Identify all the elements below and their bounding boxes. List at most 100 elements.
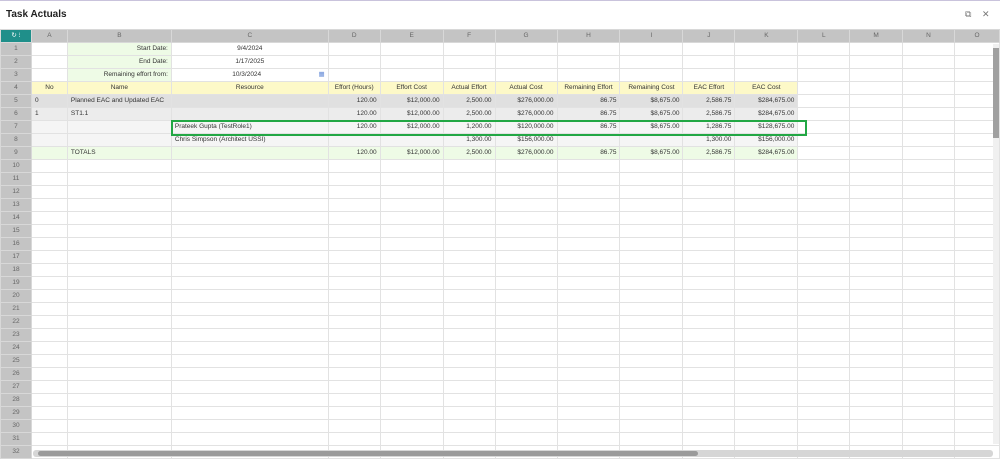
cell-B10[interactable] (66, 159, 172, 173)
cell-D31[interactable] (327, 432, 381, 446)
cell-C13[interactable] (170, 198, 329, 212)
cell-N20[interactable] (902, 289, 955, 303)
row-number[interactable]: 28 (0, 393, 32, 407)
cell-L27[interactable] (797, 380, 851, 394)
cell-N26[interactable] (902, 367, 955, 381)
cell-N6[interactable] (902, 107, 955, 121)
cell-G29[interactable] (494, 406, 558, 420)
cell-M24[interactable] (849, 341, 904, 355)
cell-F6[interactable]: 2,500.00 (442, 107, 496, 121)
cell-L14[interactable] (797, 211, 851, 225)
cell-I22[interactable] (619, 315, 684, 329)
cell-A29[interactable] (30, 406, 68, 420)
cell-B22[interactable] (66, 315, 172, 329)
cell-K26[interactable] (734, 367, 799, 381)
cell-D17[interactable] (327, 250, 381, 264)
cell-M17[interactable] (849, 250, 904, 264)
row-number[interactable]: 1 (0, 42, 32, 56)
cell-J10[interactable] (682, 159, 736, 173)
cell-F25[interactable] (442, 354, 496, 368)
cell-J14[interactable] (682, 211, 736, 225)
cell-F22[interactable] (442, 315, 496, 329)
cell-I18[interactable] (619, 263, 684, 277)
cell-J22[interactable] (682, 315, 736, 329)
cell-F16[interactable] (442, 237, 496, 251)
cell-M27[interactable] (849, 380, 904, 394)
cell-E3[interactable] (379, 68, 444, 82)
cell-I23[interactable] (619, 328, 684, 342)
cell-K31[interactable] (734, 432, 799, 446)
row-number[interactable]: 16 (0, 237, 32, 251)
cell-H9[interactable]: 86.75 (556, 146, 621, 160)
cell-H11[interactable] (556, 172, 621, 186)
cell-K12[interactable] (734, 185, 799, 199)
cell-K1[interactable] (734, 42, 799, 56)
cell-B20[interactable] (66, 289, 172, 303)
cell-N8[interactable] (902, 133, 955, 147)
cell-A10[interactable] (30, 159, 68, 173)
cell-I29[interactable] (619, 406, 684, 420)
cell-D29[interactable] (327, 406, 381, 420)
row-number[interactable]: 14 (0, 211, 32, 225)
cell-B13[interactable] (66, 198, 172, 212)
cell-I11[interactable] (619, 172, 684, 186)
cell-L13[interactable] (797, 198, 851, 212)
cell-M9[interactable] (849, 146, 904, 160)
cell-C15[interactable] (170, 224, 329, 238)
cell-H14[interactable] (556, 211, 621, 225)
cell-M8[interactable] (849, 133, 904, 147)
row-number[interactable]: 24 (0, 341, 32, 355)
cell-M15[interactable] (849, 224, 904, 238)
row-number[interactable]: 32 (0, 445, 32, 459)
cell-B30[interactable] (66, 419, 172, 433)
cell-D3[interactable] (327, 68, 381, 82)
cell-J17[interactable] (682, 250, 736, 264)
cell-L19[interactable] (797, 276, 851, 290)
cell-N12[interactable] (902, 185, 955, 199)
cell-G31[interactable] (494, 432, 558, 446)
cell-E20[interactable] (379, 289, 444, 303)
row-number[interactable]: 13 (0, 198, 32, 212)
cell-M2[interactable] (849, 55, 904, 69)
cell-F8[interactable]: 1,300.00 (442, 133, 496, 147)
cell-N18[interactable] (902, 263, 955, 277)
vertical-scrollbar[interactable] (993, 44, 999, 444)
cell-J23[interactable] (682, 328, 736, 342)
cell-B11[interactable] (66, 172, 172, 186)
cell-A22[interactable] (30, 315, 68, 329)
vertical-scroll-thumb[interactable] (993, 48, 999, 138)
cell-K28[interactable] (734, 393, 799, 407)
cell-J9[interactable]: 2,586.75 (682, 146, 736, 160)
cell-N5[interactable] (902, 94, 955, 108)
cell-G2[interactable] (494, 55, 558, 69)
cell-N24[interactable] (902, 341, 955, 355)
cell-E8[interactable] (379, 133, 444, 147)
cell-I20[interactable] (619, 289, 684, 303)
cell-L21[interactable] (797, 302, 851, 316)
row-number[interactable]: 8 (0, 133, 32, 147)
cell-C8[interactable]: Chris Simpson (Architect USSI) (170, 133, 329, 147)
cell-A18[interactable] (30, 263, 68, 277)
cell-G18[interactable] (494, 263, 558, 277)
column-header-L[interactable]: L (797, 29, 851, 43)
cell-M12[interactable] (849, 185, 904, 199)
cell-I12[interactable] (619, 185, 684, 199)
row-number[interactable]: 18 (0, 263, 32, 277)
cell-B8[interactable] (66, 133, 172, 147)
cell-J24[interactable] (682, 341, 736, 355)
cell-K15[interactable] (734, 224, 799, 238)
cell-E7[interactable]: $12,000.00 (379, 120, 444, 134)
cell-A14[interactable] (30, 211, 68, 225)
cell-K20[interactable] (734, 289, 799, 303)
cell-N13[interactable] (902, 198, 955, 212)
cell-L5[interactable] (797, 94, 851, 108)
cell-K4[interactable]: EAC Cost (734, 81, 799, 95)
cell-I13[interactable] (619, 198, 684, 212)
cell-F23[interactable] (442, 328, 496, 342)
cell-C10[interactable] (170, 159, 329, 173)
cell-M22[interactable] (849, 315, 904, 329)
cell-B23[interactable] (66, 328, 172, 342)
cell-C1[interactable]: 9/4/2024 (170, 42, 329, 56)
cell-K9[interactable]: $284,675.00 (734, 146, 799, 160)
cell-A31[interactable] (30, 432, 68, 446)
